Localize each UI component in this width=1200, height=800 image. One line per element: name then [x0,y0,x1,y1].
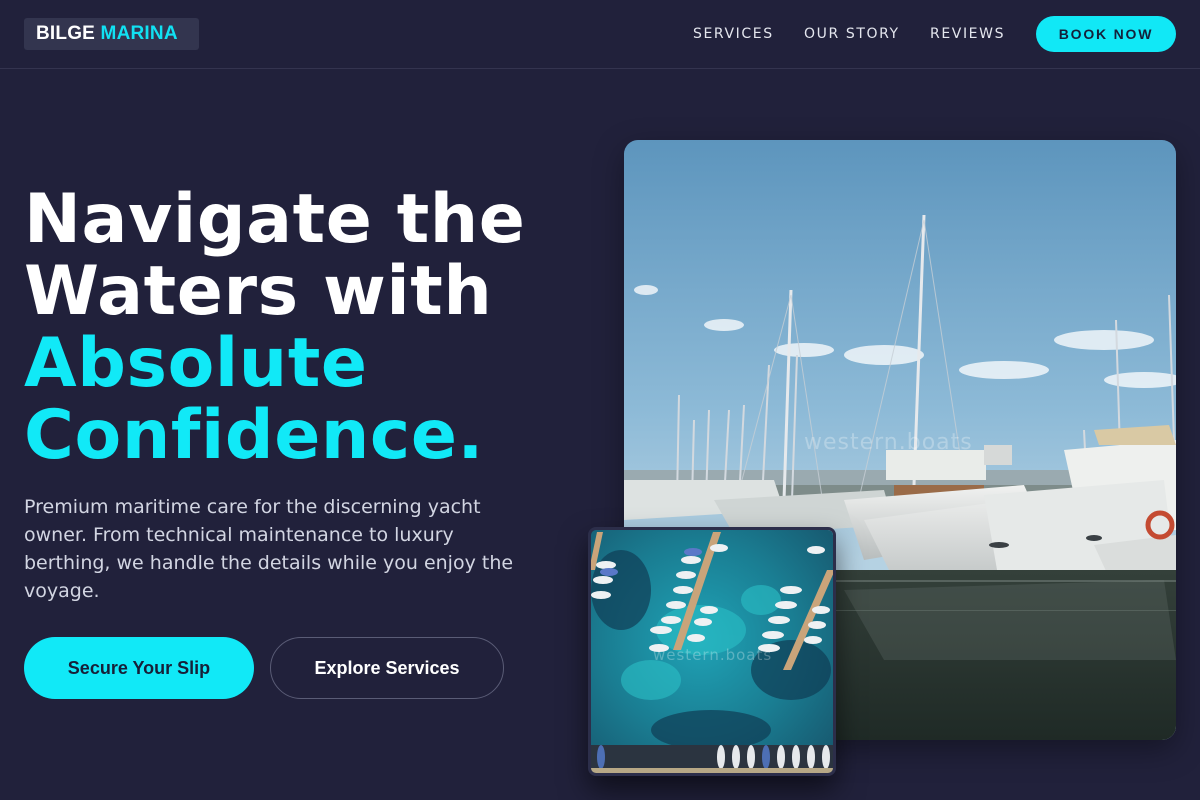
headline-line-3-highlight: Absolute [24,324,368,403]
brand-word-2: MARINA [100,23,178,44]
nav-link-our-story[interactable]: OUR STORY [804,25,900,43]
aerial-photo-watermark: western.boats [653,646,773,664]
main-photo-watermark: western.boats [804,430,973,455]
book-now-button[interactable]: BOOK NOW [1036,16,1176,52]
secure-slip-button[interactable]: Secure Your Slip [24,637,254,699]
explore-services-button[interactable]: Explore Services [270,637,504,699]
nav-link-reviews[interactable]: REVIEWS [930,25,1005,43]
hero-headline: Navigate the Waters with Absolute Confid… [24,184,604,472]
brand-word-1: BILGE [36,23,96,44]
brand-logo[interactable]: BILGE MARINA [24,18,199,50]
headline-line-4-highlight: Confidence. [24,396,484,475]
headline-line-1: Navigate the [24,180,526,259]
aerial-marina-photo: western.boats [588,527,836,776]
hero-description: Premium maritime care for the discerning… [24,496,514,602]
top-navigation: BILGE MARINA SERVICES OUR STORY REVIEWS … [0,0,1200,69]
nav-link-services[interactable]: SERVICES [693,25,774,43]
headline-line-2: Waters with [24,252,493,331]
